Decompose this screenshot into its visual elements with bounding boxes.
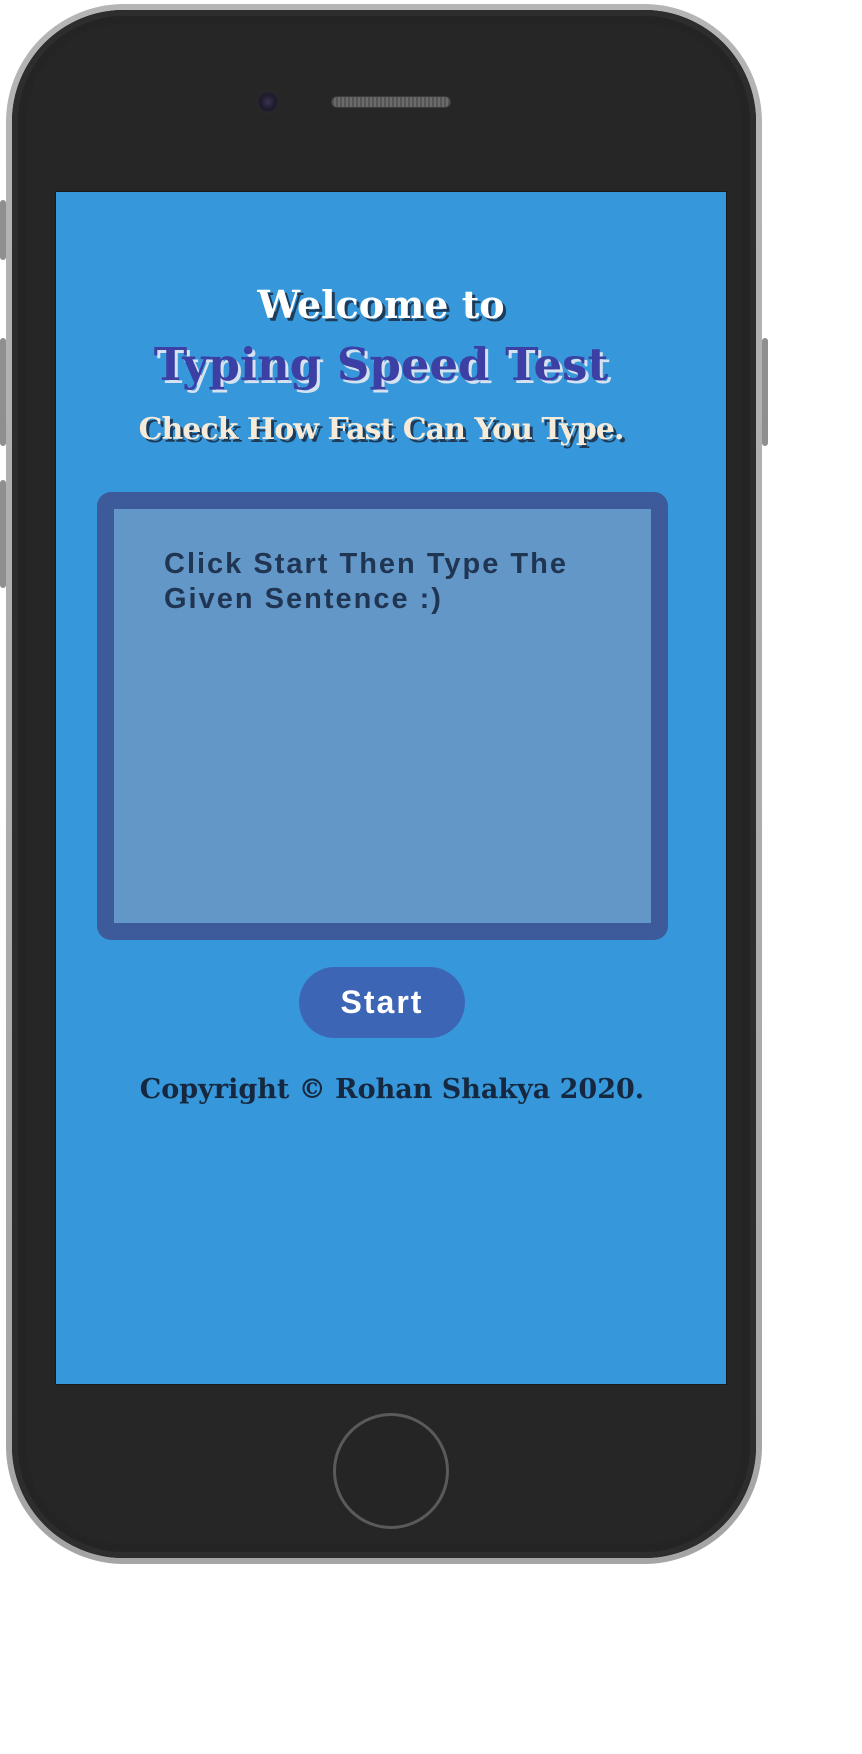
volume-down-button xyxy=(0,480,6,588)
mute-switch xyxy=(0,200,6,260)
typing-prompt: Click Start Then Type The Given Sentence… xyxy=(164,548,568,615)
app-title: Typing Speed Test xyxy=(153,338,609,391)
power-button xyxy=(762,338,768,446)
app-subtitle: Check How Fast Can You Type. xyxy=(138,412,625,447)
welcome-heading: Welcome to xyxy=(257,282,505,327)
app-screen: Welcome to Typing Speed Test Check How F… xyxy=(55,191,727,1385)
home-button[interactable] xyxy=(333,1413,449,1529)
typing-area[interactable]: Click Start Then Type The Given Sentence… xyxy=(114,509,651,923)
phone-frame: Welcome to Typing Speed Test Check How F… xyxy=(0,4,768,1564)
front-camera-icon xyxy=(256,90,280,114)
volume-up-button xyxy=(0,338,6,446)
copyright-footer: Copyright © Rohan Shakya 2020. xyxy=(139,1074,645,1105)
earpiece-speaker xyxy=(331,96,451,108)
typing-box: Click Start Then Type The Given Sentence… xyxy=(97,492,668,940)
start-button[interactable]: Start xyxy=(299,967,465,1038)
